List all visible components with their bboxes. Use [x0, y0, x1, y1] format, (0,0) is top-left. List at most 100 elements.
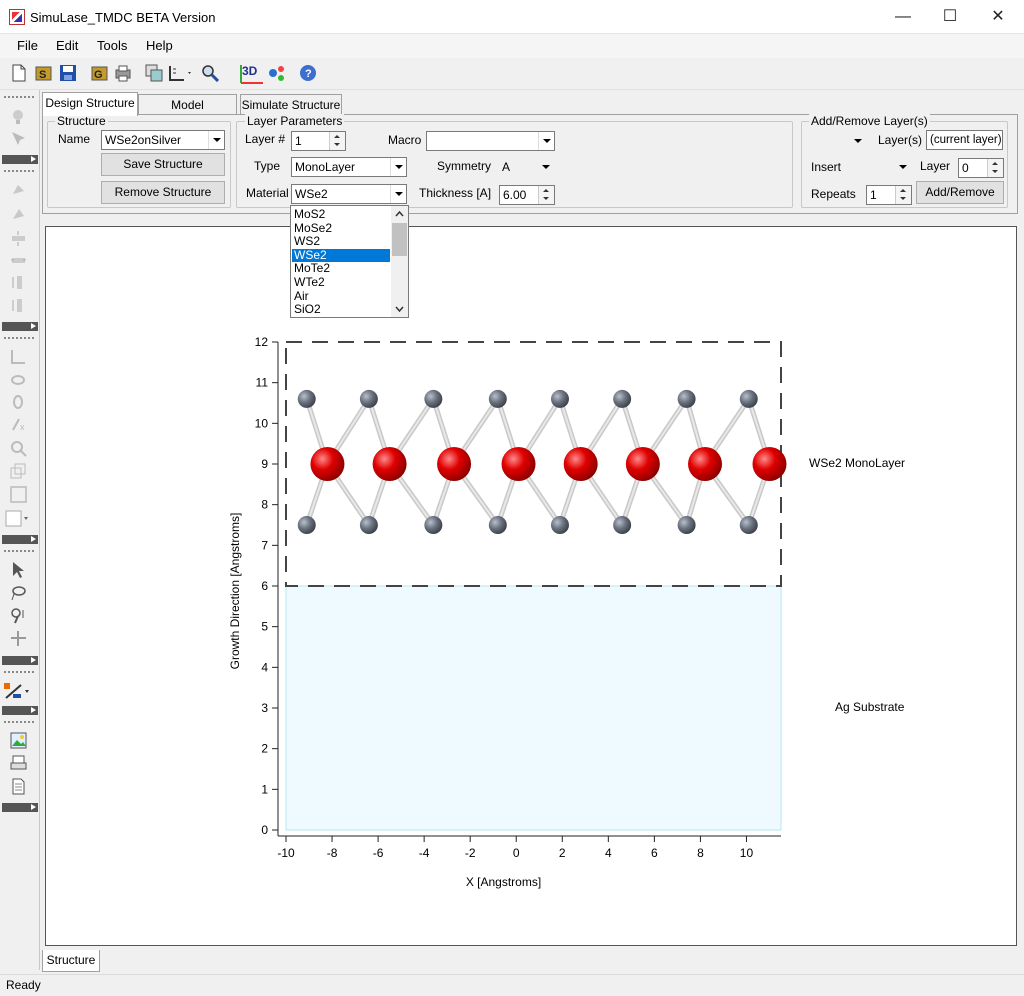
insert-select[interactable]: [850, 157, 912, 177]
export-image-icon[interactable]: [10, 732, 27, 749]
spin-arrows-icon[interactable]: [987, 159, 1003, 177]
new-file-icon[interactable]: [10, 64, 28, 82]
pan-icon[interactable]: [10, 206, 27, 223]
se-top-atom: [488, 389, 507, 408]
magnify-tool-icon[interactable]: [10, 607, 27, 624]
add-remove-button[interactable]: Add/Remove: [916, 181, 1004, 204]
type-label: Type: [254, 159, 281, 173]
x-tick-label: -10: [277, 846, 295, 860]
material-select[interactable]: WSe2: [291, 184, 407, 204]
line-style-icon[interactable]: [3, 682, 31, 699]
w-atom: [501, 447, 536, 481]
toolbar-grip: [4, 337, 34, 340]
spin-arrows-icon[interactable]: [538, 186, 554, 204]
repeats-spinner[interactable]: 1: [866, 185, 912, 205]
open-icon[interactable]: S: [35, 64, 53, 82]
minimize-button[interactable]: —: [880, 0, 926, 34]
insert-label: Insert: [811, 160, 842, 174]
x-tick-label: 8: [697, 846, 704, 860]
print-preview-icon[interactable]: [10, 755, 27, 772]
toolbar-grip: [4, 170, 34, 173]
type-select[interactable]: MonoLayer: [291, 157, 407, 177]
rotate-z-icon[interactable]: x: [10, 416, 27, 433]
chevron-down-icon[interactable]: [390, 185, 406, 203]
menu-file[interactable]: File: [17, 38, 38, 53]
y-axis-label: Growth Direction [Angstroms]: [228, 513, 242, 670]
lasso-icon[interactable]: [10, 584, 27, 601]
close-button[interactable]: ✕: [975, 0, 1021, 34]
thickness-spinner[interactable]: 6.00: [499, 185, 555, 205]
layer-number-spinner[interactable]: 1: [291, 131, 346, 151]
se-bottom-atom: [550, 516, 569, 534]
background-color-icon[interactable]: [5, 510, 29, 527]
remove-structure-button[interactable]: Remove Structure: [101, 181, 225, 204]
y-tick-label: 6: [261, 579, 268, 593]
3d-view-icon[interactable]: 3D: [240, 62, 264, 84]
document-icon[interactable]: [10, 778, 27, 795]
maximize-button[interactable]: ☐: [927, 0, 973, 34]
symmetry-select[interactable]: A: [498, 157, 555, 177]
chevron-down-icon[interactable]: [538, 158, 554, 176]
menu-edit[interactable]: Edit: [56, 38, 78, 53]
help-icon[interactable]: ?: [299, 64, 317, 82]
add-remove-mode-select[interactable]: [807, 131, 867, 151]
zoom-tool-icon[interactable]: [10, 440, 27, 457]
tab-design-structure[interactable]: Design Structure: [42, 92, 138, 116]
dropdown-scrollbar[interactable]: [391, 206, 408, 317]
layers-input[interactable]: (current layer): [926, 130, 1003, 150]
material-dropdown-list[interactable]: MoS2 MoSe2 WS2 WSe2 MoTe2 WTe2 Air SiO2: [290, 205, 409, 318]
tab-model-parameters[interactable]: Model Parameters: [138, 94, 237, 132]
layer-spinner[interactable]: 0: [958, 158, 1004, 178]
chevron-down-icon[interactable]: [850, 132, 866, 150]
material-option[interactable]: WS2: [292, 235, 390, 249]
material-option-selected[interactable]: WSe2: [292, 248, 390, 263]
chevron-down-icon[interactable]: [390, 158, 406, 176]
copy-icon[interactable]: [10, 463, 27, 480]
chevron-down-icon[interactable]: [538, 132, 554, 150]
macro-select[interactable]: [426, 131, 555, 151]
molecule-icon[interactable]: [268, 64, 286, 82]
frame-icon[interactable]: [10, 486, 27, 503]
material-option[interactable]: MoS2: [292, 207, 390, 222]
stretch-icon[interactable]: [10, 274, 27, 291]
x-tick-label: 6: [651, 846, 658, 860]
chevron-down-icon[interactable]: [895, 158, 911, 176]
structure-canvas[interactable]: -10 -8 -6 -4 -2 0 2 4 6 8 10 0 1 2 3 4 5 6 7 8 9 10 11 12 X [Ang…: [45, 226, 1017, 946]
material-option[interactable]: Air: [292, 289, 390, 304]
generate-icon[interactable]: G: [91, 64, 109, 82]
pointer-tool-icon[interactable]: [10, 130, 27, 147]
copy-image-icon[interactable]: [145, 64, 163, 82]
y-tick-label: 3: [261, 701, 268, 715]
select-arrow-icon[interactable]: [10, 561, 27, 578]
scale-x-icon[interactable]: [10, 252, 27, 269]
rotate-y-icon[interactable]: [10, 394, 27, 411]
material-option[interactable]: MoSe2: [292, 221, 390, 236]
chevron-down-icon[interactable]: [208, 131, 224, 149]
light-icon[interactable]: [10, 108, 27, 125]
scale-y-icon[interactable]: [10, 230, 27, 247]
view-3d-icon[interactable]: [10, 348, 27, 365]
rotate-x-icon[interactable]: [10, 372, 27, 389]
material-option[interactable]: SiO2: [292, 303, 390, 317]
move-tool-icon[interactable]: [10, 630, 27, 647]
x-tick-label: 10: [740, 846, 754, 860]
save-structure-button[interactable]: Save Structure: [101, 153, 225, 176]
compress-icon[interactable]: [10, 297, 27, 314]
print-icon[interactable]: [114, 64, 132, 82]
zoom-icon[interactable]: [201, 64, 219, 82]
tab-structure[interactable]: Structure: [42, 950, 100, 972]
tab-simulate-structure[interactable]: Simulate Structure: [240, 94, 342, 116]
spin-arrows-icon[interactable]: [895, 186, 911, 204]
menu-help[interactable]: Help: [146, 38, 173, 53]
y-tick-label: 10: [255, 416, 269, 430]
spin-arrows-icon[interactable]: [329, 132, 345, 150]
material-option[interactable]: MoTe2: [292, 262, 390, 276]
se-bottom-atom: [677, 516, 696, 534]
structure-name-select[interactable]: WSe2onSilver: [101, 130, 225, 150]
menu-tools[interactable]: Tools: [97, 38, 127, 53]
rotate-icon[interactable]: [10, 182, 27, 199]
save-icon[interactable]: [59, 64, 77, 82]
material-option[interactable]: WTe2: [292, 275, 390, 290]
axis-options-icon[interactable]: [168, 64, 194, 82]
svg-text:x: x: [20, 422, 25, 432]
